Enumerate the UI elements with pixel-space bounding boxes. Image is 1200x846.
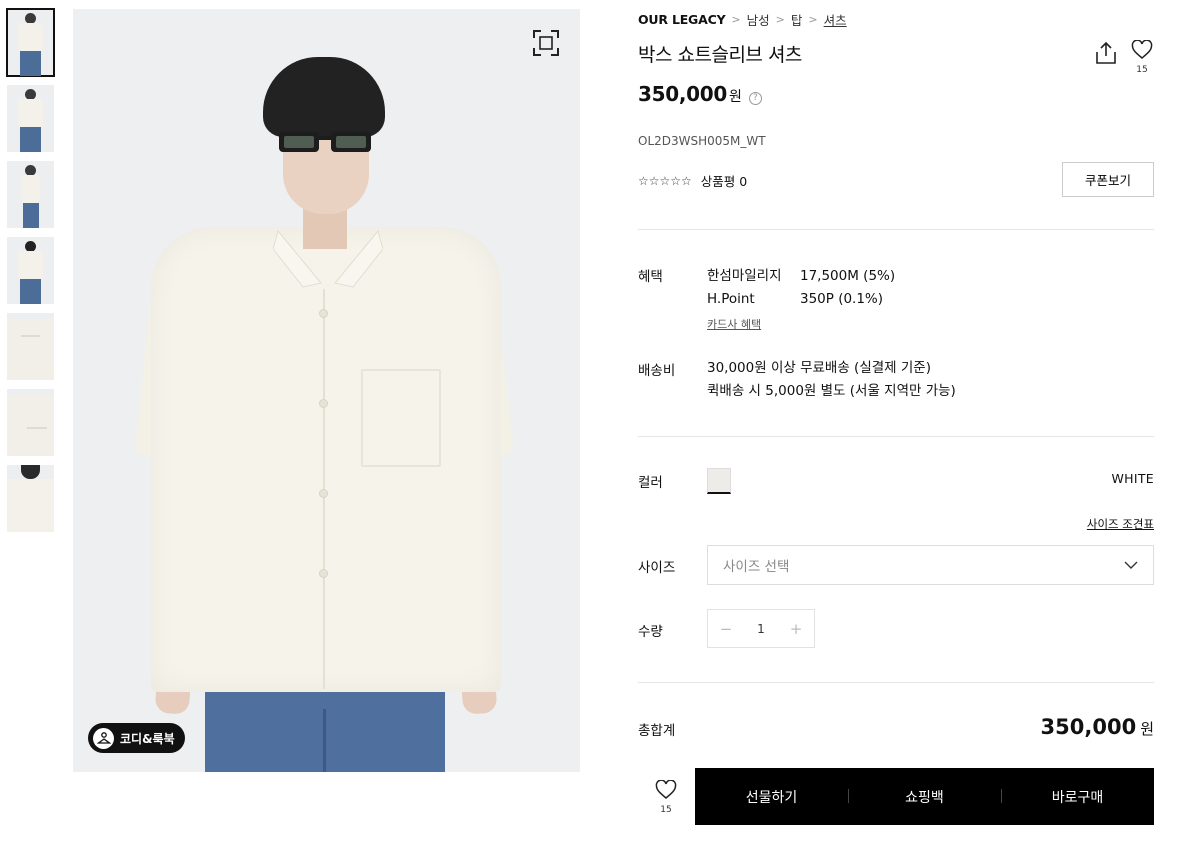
total-price: 350,000 원 <box>1041 715 1154 739</box>
help-icon[interactable]: ? <box>748 92 762 105</box>
rating: ☆☆☆☆☆ 상품평 0 <box>638 171 747 190</box>
quantity-label: 수량 <box>638 624 663 640</box>
shirt-pocket <box>361 369 441 467</box>
benefit-name: 한섬마일리지 <box>707 268 782 284</box>
star-rating-icons: ☆☆☆☆☆ <box>638 173 692 188</box>
shopping-bag-button[interactable]: 쇼핑백 <box>848 787 1001 807</box>
benefit-value: 17,500M (5%) <box>800 268 896 284</box>
breadcrumb-item-top[interactable]: 탑 <box>791 10 803 29</box>
hair <box>263 57 385 137</box>
price: 350,000 원 ? <box>638 82 762 106</box>
size-label: 사이즈 <box>638 560 676 576</box>
heart-icon <box>1131 39 1153 59</box>
coupon-button[interactable]: 쿠폰보기 <box>1062 162 1154 197</box>
thumbnail-7[interactable] <box>7 465 54 532</box>
chevron-down-icon <box>1124 561 1138 569</box>
share-icon[interactable] <box>1094 40 1118 66</box>
shirt-button <box>319 309 328 318</box>
benefits-list: 한섬마일리지 17,500M (5%) H.Point 350P (0.1%) <box>707 265 895 311</box>
product-title: 박스 쇼트슬리브 셔츠 <box>638 44 802 66</box>
shipping-line: 퀵배송 시 5,000원 별도 (서울 지역만 가능) <box>707 383 956 399</box>
shipping-line: 30,000원 이상 무료배송 (실결제 기준) <box>707 360 931 376</box>
size-chart-link[interactable]: 사이즈 조견표 <box>1087 516 1154 532</box>
divider <box>638 436 1154 437</box>
thumbnail-4[interactable] <box>7 237 54 304</box>
size-select-placeholder: 사이즈 선택 <box>723 559 790 575</box>
thumbnail-1[interactable] <box>6 8 55 77</box>
heart-icon <box>655 779 677 799</box>
total-price-unit: 원 <box>1140 720 1154 738</box>
benefit-row: H.Point 350P (0.1%) <box>707 288 895 311</box>
total-label: 총합계 <box>638 723 676 739</box>
codi-lookbook-button[interactable]: 코디&룩북 <box>88 723 185 753</box>
shirt-button <box>319 569 328 578</box>
shipping-info: 30,000원 이상 무료배송 (실결제 기준) 퀵배송 시 5,000원 별도… <box>707 357 956 403</box>
product-sku: OL2D3WSH005M_WT <box>638 134 766 148</box>
total-price-value: 350,000 <box>1040 715 1137 739</box>
breadcrumb-item-shirts[interactable]: 셔츠 <box>824 10 847 29</box>
chevron-right-icon: > <box>731 13 741 26</box>
price-value: 350,000 <box>638 82 727 106</box>
price-unit: 원 <box>729 89 742 105</box>
benefit-value: 350P (0.1%) <box>800 291 884 307</box>
expand-icon[interactable] <box>532 29 560 57</box>
thumbnail-list <box>6 8 55 541</box>
divider <box>638 682 1154 683</box>
divider <box>638 229 1154 230</box>
shirt <box>151 227 501 692</box>
purchase-actions: 선물하기 쇼핑백 바로구매 <box>695 768 1154 825</box>
quantity-increase-button[interactable]: + <box>788 620 804 638</box>
breadcrumb-item-men[interactable]: 남성 <box>747 10 770 29</box>
benefit-row: 한섬마일리지 17,500M (5%) <box>707 265 895 288</box>
quantity-stepper: − 1 + <box>707 609 815 648</box>
review-count[interactable]: 상품평 0 <box>701 171 747 190</box>
benefits-label: 혜택 <box>638 269 663 285</box>
sunglasses <box>279 132 371 152</box>
thumbnail-3[interactable] <box>7 161 54 228</box>
benefit-name: H.Point <box>707 291 755 307</box>
shirt-button <box>319 399 328 408</box>
gift-button[interactable]: 선물하기 <box>695 787 848 807</box>
thumbnail-6[interactable] <box>7 389 54 456</box>
shipping-label: 배송비 <box>638 363 676 379</box>
like-button-bottom[interactable]: 15 <box>654 779 678 815</box>
color-swatch-white[interactable] <box>707 468 731 494</box>
shirt-button <box>319 489 328 498</box>
breadcrumb: OUR LEGACY > 남성 > 탑 > 셔츠 <box>638 10 847 29</box>
codi-lookbook-label: 코디&룩북 <box>120 731 175 746</box>
like-count: 15 <box>660 805 672 815</box>
hanger-icon <box>93 727 114 749</box>
selected-color: WHITE <box>1111 471 1154 486</box>
shirt-collar <box>273 229 383 288</box>
size-select[interactable]: 사이즈 선택 <box>707 545 1154 585</box>
chevron-right-icon: > <box>808 13 818 26</box>
thumbnail-2[interactable] <box>7 85 54 152</box>
buy-now-button[interactable]: 바로구매 <box>1001 787 1154 807</box>
chevron-right-icon: > <box>775 13 785 26</box>
like-button-top[interactable]: 15 <box>1130 39 1154 75</box>
breadcrumb-brand[interactable]: OUR LEGACY <box>638 12 726 27</box>
color-label: 컬러 <box>638 475 663 491</box>
card-benefits-link[interactable]: 카드사 혜택 <box>707 316 761 332</box>
thumbnail-5[interactable] <box>7 313 54 380</box>
like-count: 15 <box>1136 65 1148 75</box>
quantity-value[interactable]: 1 <box>757 622 765 636</box>
quantity-decrease-button[interactable]: − <box>718 620 734 638</box>
main-product-image[interactable]: 코디&룩북 <box>73 9 580 772</box>
